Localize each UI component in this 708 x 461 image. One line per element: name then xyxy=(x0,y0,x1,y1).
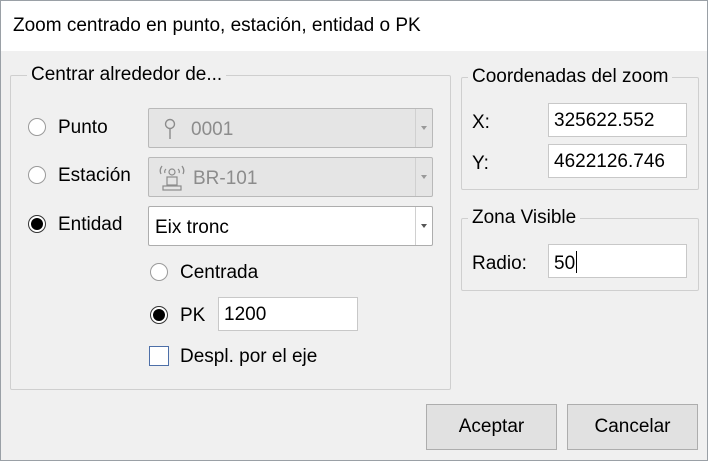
radio-entidad-label[interactable]: Entidad xyxy=(58,214,122,236)
point-combo[interactable]: 0001 xyxy=(148,108,433,148)
radio-punto-label[interactable]: Punto xyxy=(58,117,108,139)
radio-pk-label[interactable]: PK xyxy=(180,305,205,327)
station-combo[interactable]: BR-101 xyxy=(148,157,433,197)
station-combo-value: BR-101 xyxy=(193,168,258,189)
point-combo-value: 0001 xyxy=(191,119,234,140)
pk-input[interactable]: 1200 xyxy=(218,297,358,331)
radio-entidad[interactable] xyxy=(28,215,46,233)
radio-punto[interactable] xyxy=(28,118,46,136)
chevron-down-icon xyxy=(421,175,427,179)
station-combo-dropdown[interactable] xyxy=(415,158,432,196)
radio-estacion-label[interactable]: Estación xyxy=(58,165,131,187)
entity-combo-dropdown[interactable] xyxy=(415,207,432,245)
radio-centrada-label[interactable]: Centrada xyxy=(180,262,258,284)
title-bar: Zoom centrado en punto, estación, entida… xyxy=(0,0,708,51)
station-icon xyxy=(157,164,187,198)
radio-centrada[interactable] xyxy=(150,263,168,281)
y-input[interactable]: 4622126.746 xyxy=(548,144,687,178)
point-combo-dropdown[interactable] xyxy=(415,109,432,147)
offset-checkbox-label[interactable]: Despl. por el eje xyxy=(180,346,317,368)
center-around-legend: Centrar alrededor de... xyxy=(27,64,227,86)
zoom-coords-legend: Coordenadas del zoom xyxy=(468,66,673,88)
accept-button[interactable]: Aceptar xyxy=(426,404,557,450)
pin-icon xyxy=(163,118,177,146)
radio-estacion[interactable] xyxy=(28,166,46,184)
chevron-down-icon xyxy=(421,126,427,130)
x-label: X: xyxy=(472,112,490,133)
entity-combo-value: Eix tronc xyxy=(155,217,229,238)
visible-zone-legend: Zona Visible xyxy=(468,207,581,229)
radius-input[interactable]: 50 xyxy=(548,244,687,278)
window-title: Zoom centrado en punto, estación, entida… xyxy=(13,15,421,36)
text-caret xyxy=(576,251,578,273)
radio-pk[interactable] xyxy=(150,306,168,324)
radius-value: 50 xyxy=(554,253,576,274)
offset-checkbox[interactable] xyxy=(149,346,169,366)
cancel-button[interactable]: Cancelar xyxy=(567,404,698,450)
entity-combo[interactable]: Eix tronc xyxy=(148,206,433,246)
y-label: Y: xyxy=(472,153,489,174)
radius-label: Radio: xyxy=(472,253,527,274)
chevron-down-icon xyxy=(421,224,427,228)
x-input[interactable]: 325622.552 xyxy=(548,103,687,137)
